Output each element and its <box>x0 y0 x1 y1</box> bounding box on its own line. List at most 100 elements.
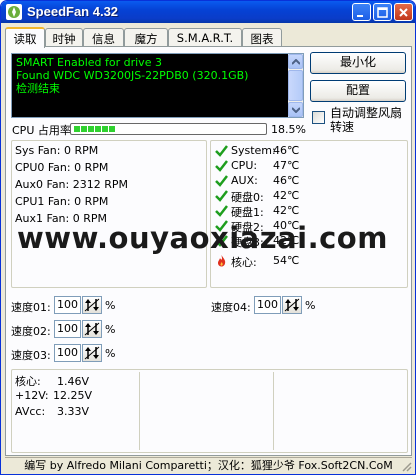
speed-input[interactable]: 100 <box>254 296 281 314</box>
tab-label: 信息 <box>92 32 115 46</box>
resize-grip-icon[interactable] <box>400 460 412 472</box>
cpu-usage-bar <box>70 123 267 135</box>
tab-label: 读取 <box>13 32 37 46</box>
check-icon <box>215 175 228 187</box>
voltage-value: 3.33V <box>57 405 90 418</box>
tab-label: 时钟 <box>52 32 76 46</box>
check-icon <box>215 145 228 157</box>
app-icon <box>6 4 22 20</box>
speed-unit: % <box>105 347 116 360</box>
flame-icon <box>218 255 226 267</box>
scroll-up-button[interactable] <box>288 54 303 69</box>
log-scrollbar[interactable] <box>288 54 303 117</box>
close-window-button[interactable] <box>394 3 413 21</box>
speedfan-window: SpeedFan 4.32 读取 时钟 信息 魔方 S.M.A.R.T. 图表 … <box>0 0 416 475</box>
speed-unit: % <box>305 299 316 312</box>
voltages-divider <box>139 372 140 450</box>
speed-unit: % <box>105 299 116 312</box>
check-icon <box>215 190 228 202</box>
fan-name: CPU0 Fan: <box>15 161 71 174</box>
minimize-window-button[interactable] <box>352 3 371 21</box>
voltage-row: AVcc: 3.33V <box>15 405 89 418</box>
temp-name: 硬盘1: <box>231 206 264 219</box>
spinner-arrows-icon <box>84 322 100 336</box>
cpu-usage-block <box>74 126 80 132</box>
speed-spinner[interactable] <box>82 320 102 338</box>
voltage-value: 1.46V <box>57 375 90 388</box>
tab-charts[interactable]: 图表 <box>242 28 282 47</box>
window-title: SpeedFan 4.32 <box>27 4 119 19</box>
voltage-name: +12V: <box>15 389 49 402</box>
voltage-row: 核心: 1.46V <box>15 373 89 389</box>
fan-value: 0 RPM <box>63 144 99 157</box>
fan-row: Sys Fan: 0 RPM <box>15 144 98 157</box>
tab-exotics[interactable]: 魔方 <box>124 28 168 47</box>
cpu-usage-block <box>88 126 94 132</box>
temp-value: 46℃ <box>273 174 300 187</box>
tab-smart[interactable]: S.M.A.R.T. <box>168 28 242 47</box>
speed-unit: % <box>105 323 116 336</box>
log-line: Found WDC WD3200JS-22PDB0 (320.1GB) <box>16 69 249 82</box>
watermark: www.ouyaoxiazai.com <box>17 221 388 255</box>
spinner-arrows-icon <box>284 298 300 312</box>
speed-input[interactable]: 100 <box>54 296 81 314</box>
speed-spinner[interactable] <box>82 344 102 362</box>
cpu-usage-block <box>109 126 115 132</box>
speed-input[interactable]: 100 <box>54 344 81 362</box>
maximize-window-button[interactable] <box>373 3 392 21</box>
temp-name: System: <box>231 144 276 157</box>
temp-value: 54℃ <box>273 254 300 267</box>
tab-info[interactable]: 信息 <box>83 28 124 47</box>
fan-value: 2312 RPM <box>72 178 129 191</box>
title-bar[interactable]: SpeedFan 4.32 <box>1 1 415 23</box>
temp-name: 硬盘0: <box>231 191 264 204</box>
cpu-usage-block <box>95 126 101 132</box>
log-box[interactable]: SMART Enabled for drive 3 Found WDC WD32… <box>11 53 304 118</box>
fan-row: CPU1 Fan: 0 RPM <box>15 195 108 208</box>
auto-fan-label: 自动调整风扇转速 <box>330 106 403 134</box>
temp-value: 42℃ <box>273 189 300 202</box>
configure-button[interactable]: 配置 <box>310 80 406 102</box>
speed-input[interactable]: 100 <box>54 320 81 338</box>
speed-spinner[interactable] <box>282 296 302 314</box>
temp-name: CPU: <box>231 159 258 172</box>
tab-clock[interactable]: 时钟 <box>45 28 83 47</box>
scroll-down-button[interactable] <box>288 102 303 117</box>
temp-name: AUX: <box>231 174 258 187</box>
voltage-value: 12.25V <box>53 389 93 402</box>
check-icon <box>215 205 228 217</box>
temp-name: 核心: <box>231 256 257 269</box>
temp-value: 46℃ <box>273 144 300 157</box>
voltage-name: AVcc: <box>15 405 46 418</box>
voltage-row: +12V: 12.25V <box>15 389 92 402</box>
voltages-divider <box>273 372 274 450</box>
fan-row: CPU0 Fan: 0 RPM <box>15 161 108 174</box>
tab-label: 图表 <box>250 32 274 46</box>
cpu-usage-block <box>102 126 108 132</box>
voltage-name: 核心: <box>15 375 41 388</box>
tab-readings[interactable]: 读取 <box>5 27 45 48</box>
spinner-arrows-icon <box>84 298 100 312</box>
status-bar: 编写 by Alfredo Milani Comparetti；汉化：狐狸少爷 … <box>5 457 412 474</box>
minimize-button[interactable]: 最小化 <box>310 52 406 74</box>
cpu-usage-label: CPU 占用率 <box>12 124 71 137</box>
tab-label: S.M.A.R.T. <box>176 31 234 45</box>
fan-row: Aux0 Fan: 2312 RPM <box>15 178 128 191</box>
log-line: SMART Enabled for drive 3 <box>16 56 162 69</box>
temp-value: 47℃ <box>273 159 300 172</box>
tab-label: 魔方 <box>134 32 158 46</box>
log-text: SMART Enabled for drive 3 Found WDC WD32… <box>16 56 248 95</box>
fan-name: Aux0 Fan: <box>15 178 70 191</box>
status-text: 编写 by Alfredo Milani Comparetti；汉化：狐狸少爷 … <box>24 459 393 472</box>
cpu-usage-percent: 18.5% <box>271 123 306 136</box>
log-line: 检测结束 <box>16 82 60 95</box>
speed-label: 速度03: <box>11 349 51 362</box>
auto-fan-checkbox[interactable] <box>312 111 325 124</box>
scroll-thumb[interactable] <box>288 70 303 101</box>
speed-spinner[interactable] <box>82 296 102 314</box>
fan-name: CPU1 Fan: <box>15 195 71 208</box>
fan-name: Sys Fan: <box>15 144 61 157</box>
speed-label: 速度02: <box>11 325 51 338</box>
check-icon <box>215 160 228 172</box>
spinner-arrows-icon <box>84 346 100 360</box>
